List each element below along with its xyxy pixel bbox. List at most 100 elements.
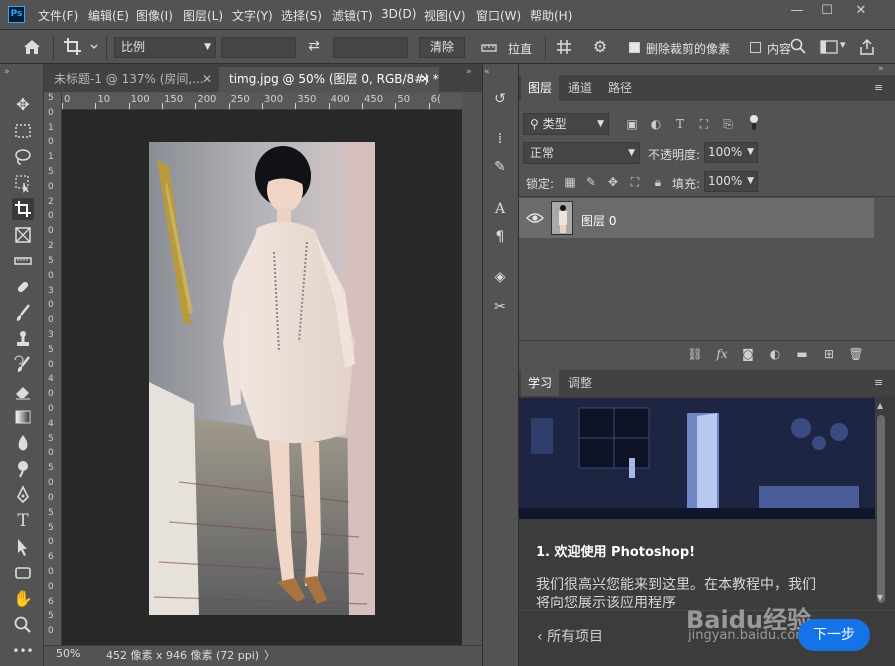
filter-toggle-icon[interactable] bbox=[749, 114, 759, 132]
history-brush-tool-icon[interactable] bbox=[12, 354, 34, 376]
zoom-tool-icon[interactable] bbox=[12, 614, 34, 636]
hand-tool-icon[interactable]: ✋ bbox=[12, 588, 34, 610]
delete-layer-icon[interactable]: 🗑︎ bbox=[848, 346, 864, 362]
tab-channels[interactable]: 通道 bbox=[561, 75, 599, 101]
filter-smart-object-icon[interactable]: ⎘ bbox=[720, 116, 736, 132]
eye-icon[interactable] bbox=[526, 211, 544, 225]
link-layers-icon[interactable]: ⛓ bbox=[687, 346, 703, 362]
new-layer-icon[interactable]: ⊞ bbox=[821, 346, 837, 362]
straighten-icon[interactable] bbox=[480, 38, 498, 56]
pen-tool-icon[interactable] bbox=[12, 484, 34, 506]
lock-artboard-icon[interactable]: ⛶ bbox=[627, 174, 643, 190]
fx-icon[interactable]: fx bbox=[714, 346, 730, 362]
close-tab-icon[interactable]: ✕ bbox=[202, 67, 212, 91]
filter-pixel-icon[interactable]: ▣ bbox=[624, 116, 640, 132]
marquee-tool-icon[interactable] bbox=[12, 120, 34, 142]
path-select-tool-icon[interactable] bbox=[12, 536, 34, 558]
collapse-strip-icon[interactable]: « bbox=[484, 67, 490, 77]
crop-tool-icon[interactable] bbox=[12, 198, 34, 220]
minimize-button[interactable]: — bbox=[782, 2, 812, 22]
lock-pixels-icon[interactable]: ✎ bbox=[583, 174, 599, 190]
ratio-select[interactable]: 比例 ▼ bbox=[114, 37, 216, 58]
menu-view[interactable]: 视图(V) bbox=[424, 7, 466, 24]
collapse-panels-icon[interactable]: » bbox=[878, 64, 884, 74]
ratio-height-input[interactable] bbox=[333, 37, 408, 58]
menu-type[interactable]: 文字(Y) bbox=[232, 7, 273, 24]
blend-mode-select[interactable]: 正常 ▼ bbox=[523, 142, 640, 164]
character-panel-icon[interactable]: A bbox=[489, 198, 511, 220]
scroll-thumb[interactable] bbox=[877, 415, 885, 603]
paragraph-panel-icon[interactable]: ¶ bbox=[489, 226, 511, 248]
menu-layer[interactable]: 图层(L) bbox=[183, 7, 223, 24]
gradient-tool-icon[interactable] bbox=[12, 406, 34, 428]
expand-right-icon[interactable]: » bbox=[466, 67, 472, 77]
close-button[interactable]: ✕ bbox=[846, 2, 876, 22]
3d-panel-icon[interactable]: ◈ bbox=[489, 266, 511, 288]
layer-name[interactable]: 图层 0 bbox=[581, 212, 616, 229]
brush-tool-icon[interactable] bbox=[12, 302, 34, 324]
eraser-tool-icon[interactable] bbox=[12, 380, 34, 402]
workspace-icon[interactable] bbox=[820, 39, 838, 55]
move-tool-icon[interactable]: ✥ bbox=[12, 94, 34, 116]
menu-filter[interactable]: 滤镜(T) bbox=[332, 7, 373, 24]
tab-timg[interactable]: timg.jpg @ 50% (图层 0, RGB/8#) * ✕ bbox=[219, 67, 439, 92]
status-menu-arrow[interactable]: 〉 bbox=[264, 647, 275, 663]
lock-transparent-icon[interactable]: ▦ bbox=[562, 174, 578, 190]
menu-edit[interactable]: 编辑(E) bbox=[88, 7, 129, 24]
new-group-icon[interactable]: ▬ bbox=[794, 346, 810, 362]
more-tools-icon[interactable]: ••• bbox=[12, 640, 34, 662]
ruler-tool-icon[interactable] bbox=[12, 250, 34, 272]
straighten-label[interactable]: 拉直 bbox=[508, 40, 532, 57]
tool-presets-panel-icon[interactable]: ✂ bbox=[489, 296, 511, 318]
home-icon[interactable] bbox=[20, 36, 44, 58]
gear-icon[interactable]: ⚙ bbox=[590, 37, 610, 57]
brush-presets-panel-icon[interactable]: ✎ bbox=[489, 156, 511, 178]
search-icon[interactable] bbox=[790, 38, 806, 54]
restore-button[interactable]: ☐ bbox=[812, 2, 842, 22]
fill-input[interactable]: 100% ▼ bbox=[704, 171, 758, 192]
tab-learn[interactable]: 学习 bbox=[521, 370, 559, 396]
type-tool-icon[interactable]: T bbox=[12, 510, 34, 532]
brush-settings-panel-icon[interactable]: ⁞ bbox=[489, 128, 511, 150]
panel-menu-icon[interactable]: ≡ bbox=[874, 376, 883, 389]
grid-overlay-icon[interactable] bbox=[555, 38, 573, 56]
swap-icon[interactable]: ⇄ bbox=[305, 38, 323, 56]
dodge-tool-icon[interactable] bbox=[12, 458, 34, 480]
crop-preset-icon[interactable] bbox=[62, 36, 100, 58]
add-mask-icon[interactable]: ◙ bbox=[740, 346, 756, 362]
share-icon[interactable] bbox=[858, 38, 876, 56]
scroll-up-icon[interactable]: ▲ bbox=[877, 401, 883, 410]
tab-adjustments[interactable]: 调整 bbox=[561, 370, 599, 396]
menu-3d[interactable]: 3D(D) bbox=[381, 7, 416, 21]
stamp-tool-icon[interactable] bbox=[12, 328, 34, 350]
next-button[interactable]: 下一步 bbox=[798, 619, 870, 651]
filter-shape-icon[interactable]: ⛶ bbox=[696, 116, 712, 132]
all-items-link[interactable]: ‹ 所有项目 bbox=[537, 626, 603, 646]
document-image[interactable] bbox=[149, 142, 375, 615]
scroll-down-icon[interactable]: ▼ bbox=[877, 593, 883, 602]
tab-layers[interactable]: 图层 bbox=[521, 75, 559, 101]
clear-button[interactable]: 清除 bbox=[419, 37, 465, 58]
content-aware-checkbox[interactable] bbox=[750, 42, 761, 53]
tab-paths[interactable]: 路径 bbox=[601, 75, 639, 101]
menu-window[interactable]: 窗口(W) bbox=[476, 7, 521, 24]
opacity-input[interactable]: 100% ▼ bbox=[704, 142, 758, 163]
blur-tool-icon[interactable] bbox=[12, 432, 34, 454]
menu-image[interactable]: 图像(I) bbox=[136, 7, 173, 24]
panel-menu-icon[interactable]: ≡ bbox=[874, 81, 883, 94]
rectangle-tool-icon[interactable] bbox=[12, 562, 34, 584]
healing-brush-tool-icon[interactable] bbox=[12, 276, 34, 298]
lock-all-icon[interactable]: 🔒︎ bbox=[650, 174, 666, 190]
layer-filter-select[interactable]: ⚲ 类型 ▼ bbox=[523, 113, 609, 135]
menu-select[interactable]: 选择(S) bbox=[281, 7, 322, 24]
delete-cropped-checkbox[interactable] bbox=[629, 42, 640, 53]
history-panel-icon[interactable]: ↺ bbox=[489, 88, 511, 110]
filter-adjustment-icon[interactable]: ◐ bbox=[648, 116, 664, 132]
frame-tool-icon[interactable] bbox=[12, 224, 34, 246]
lasso-tool-icon[interactable] bbox=[12, 146, 34, 168]
close-tab-icon[interactable]: ✕ bbox=[420, 67, 430, 91]
workspace-dropdown-icon[interactable]: ▾ bbox=[840, 38, 846, 51]
object-select-tool-icon[interactable] bbox=[12, 172, 34, 194]
menu-help[interactable]: 帮助(H) bbox=[530, 7, 572, 24]
collapse-tools-icon[interactable]: » bbox=[4, 67, 10, 77]
